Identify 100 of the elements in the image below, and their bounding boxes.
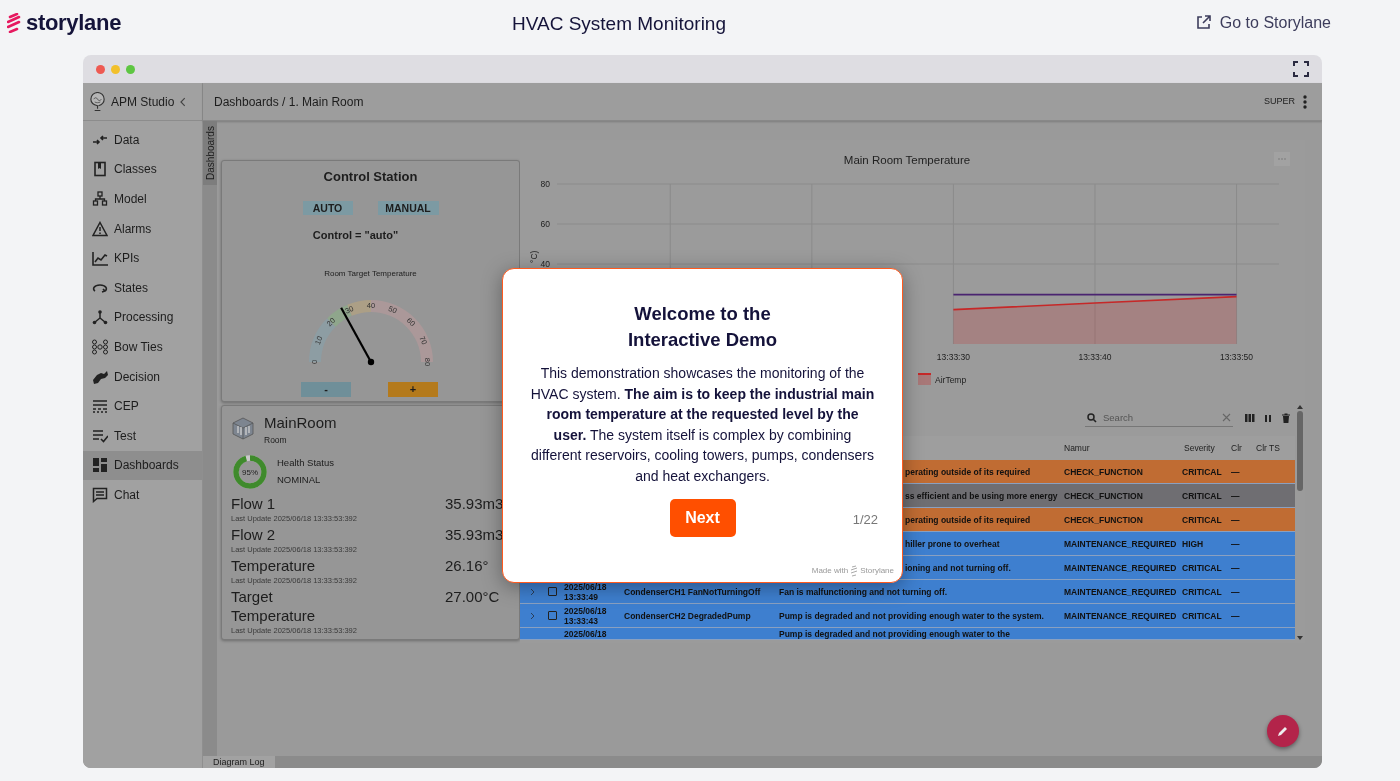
table-cell-text: Pump is degraded and not providing enough water to the [779, 628, 1011, 639]
clear-icon[interactable] [1222, 413, 1231, 422]
search-field[interactable]: Search [1103, 409, 1216, 426]
mode-button[interactable]: MANUAL [377, 200, 439, 215]
column-header: Clr TS [1255, 441, 1281, 455]
sidebar-item[interactable]: Dashboards [83, 450, 202, 481]
branch-icon [92, 309, 108, 326]
table-cell-text: — [1230, 466, 1241, 477]
step-button[interactable]: - [301, 382, 351, 397]
sidebar-item[interactable]: Processing [83, 302, 202, 333]
fullscreen-icon[interactable] [1293, 61, 1309, 77]
delete-icon[interactable] [1281, 412, 1291, 424]
table-row[interactable]: 2025/06/18 13:33:43 CondenserCH2 DegradedPump Pump is degraded and not providing enough water to the system. MAINTENANCE_REQUIRED CRITICAL — [520, 604, 1295, 628]
sidebar-item[interactable]: CEP [83, 391, 202, 421]
close-dot-icon [96, 64, 105, 74]
expand-icon[interactable] [530, 587, 535, 596]
table-cell-text: CRITICAL [1181, 466, 1223, 477]
table-cell-text: 2025/06/18 13:33:49 [563, 581, 608, 602]
table-cell-text: — [1230, 562, 1241, 573]
made-with-text: Made with [811, 565, 849, 577]
user-label: SUPER [1264, 94, 1295, 108]
page-title: HVAC System Monitoring [512, 12, 726, 36]
table-cell-text: CRITICAL [1181, 610, 1223, 621]
bottom-tab[interactable]: Diagram Log [203, 756, 275, 768]
table-row[interactable]: 2025/06/18 13:33:49 CondenserCH1 FanNotTurningOff Fan is malfunctioning and not turning off. MAINTENANCE_REQUIRED CRITICAL — [520, 580, 1295, 604]
book-icon [92, 161, 108, 178]
table-cell-text: — [1230, 610, 1241, 621]
legend-label: AirTemp [935, 375, 967, 385]
table-cell-text: Pump is degraded and not providing enough water to the system. [779, 610, 1045, 621]
metric-value: 35.93m3 [445, 524, 505, 544]
metric-label: Flow 2 [231, 524, 277, 544]
metric-label: Temperature [231, 555, 317, 575]
table-cell-text: CRITICAL [1181, 562, 1223, 573]
lines-icon [92, 398, 108, 415]
table-cell-text: CRITICAL [1181, 490, 1223, 501]
step-button[interactable]: + [388, 382, 438, 397]
pause-icon[interactable] [1264, 413, 1272, 423]
x-tick-label: 13:33:40 [1078, 352, 1112, 362]
table-cell-text: Fan is malfunctioning and not turning off. [779, 586, 949, 597]
sidebar-item[interactable]: Chat [83, 480, 202, 510]
y-tick-label: 40 [540, 259, 550, 269]
sidebar-item[interactable]: Classes [83, 154, 202, 185]
table-cell-text: — [1230, 586, 1241, 597]
external-link-icon [1194, 14, 1212, 31]
chart-title: Main Room Temperature [843, 154, 971, 166]
table-cell-text: MAINTENANCE_REQUIRED [1063, 562, 1178, 573]
sidebar-item[interactable]: Alarms [83, 213, 202, 244]
column-header: Clr [1230, 441, 1243, 455]
progress-counter: 1/22 [852, 511, 878, 529]
y-tick-label: 80 [540, 179, 550, 189]
go-to-link[interactable]: Go to Storylane [1194, 10, 1331, 35]
building-icon [232, 417, 254, 440]
table-cell-text: 2025/06/18 [563, 628, 608, 639]
chat-icon [92, 486, 108, 503]
sidebar-item[interactable]: Model [83, 184, 202, 214]
column-header: Namur [1063, 441, 1091, 455]
y-axis-label: °C) [529, 250, 539, 263]
table-cell-text: MAINTENANCE_REQUIRED [1063, 610, 1178, 621]
dashboard-icon [92, 457, 108, 474]
table-cell-text: ioning and not turning off. [905, 562, 1012, 573]
search-icon [1087, 412, 1097, 423]
metric-label: Target Temperature [231, 586, 317, 625]
boxes-icon [92, 191, 108, 207]
chart-icon [92, 250, 108, 267]
health-label: Health Status [277, 456, 335, 470]
control-status: Control = "auto" [312, 227, 399, 243]
more-icon[interactable] [1303, 94, 1307, 109]
sidebar-item[interactable]: States [83, 272, 202, 303]
sidebar-item[interactable]: Bow Ties [83, 332, 202, 362]
circles-icon [92, 338, 108, 355]
collapse-icon[interactable] [180, 96, 187, 107]
row-checkbox[interactable] [548, 611, 557, 620]
card-title: Control Station [323, 168, 418, 186]
table-cell-text: — [1230, 490, 1241, 501]
sidebar-item[interactable]: KPIs [83, 243, 202, 273]
sidebar-item[interactable]: Data [83, 125, 202, 155]
brand-text: Storylane [860, 565, 894, 577]
next-button[interactable]: Next [669, 499, 736, 537]
table-cell-text: hiller prone to overheat [905, 538, 1001, 549]
side-tab[interactable]: Dashboards [203, 121, 217, 185]
row-checkbox[interactable] [548, 587, 557, 596]
y-tick-label: 60 [540, 219, 550, 229]
legend-swatch [918, 374, 931, 385]
x-tick-label: 13:33:50 [1220, 352, 1254, 362]
sidebar-item[interactable]: Decision [83, 361, 202, 392]
columns-icon[interactable] [1245, 413, 1255, 423]
x-tick-label: 13:33:30 [936, 352, 970, 362]
table-cell-text: CHECK_FUNCTION [1063, 490, 1144, 501]
expand-icon[interactable] [530, 611, 535, 620]
table-cell-text: — [1230, 514, 1241, 525]
room-type: Room [264, 434, 288, 447]
app-name: APM Studio [111, 93, 175, 111]
minimize-dot-icon [111, 64, 120, 74]
room-name: MainRoom [264, 414, 337, 432]
mode-button[interactable]: AUTO [302, 200, 353, 215]
table-row[interactable]: 2025/06/18 Pump is degraded and not providing enough water to the [520, 628, 1295, 640]
table-cell-text: CHECK_FUNCTION [1063, 514, 1144, 525]
table-cell-text: HIGH [1181, 538, 1205, 549]
sidebar-item[interactable]: Test [83, 420, 202, 451]
warning-icon [92, 220, 108, 237]
